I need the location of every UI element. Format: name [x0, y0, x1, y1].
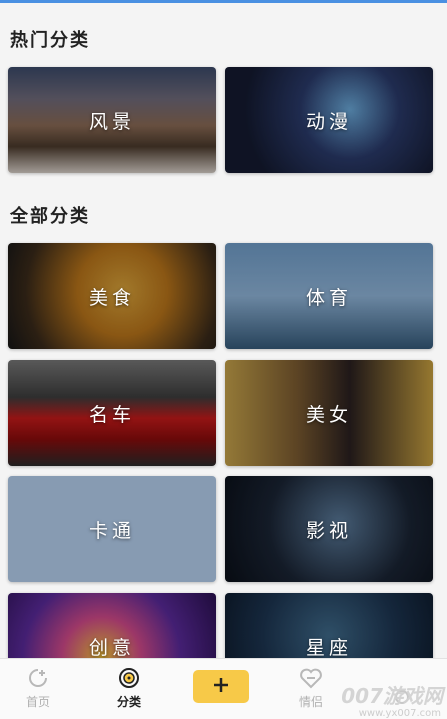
plus-icon: [212, 676, 230, 698]
tab-label: 首页: [25, 695, 50, 709]
category-tile-car[interactable]: 名车: [8, 360, 216, 466]
category-tile-film[interactable]: 影视: [225, 476, 433, 582]
tab-label: 情侣: [298, 695, 323, 709]
tab-label: 分类: [116, 695, 141, 709]
tab-couple[interactable]: 情侣: [281, 659, 341, 719]
category-label: 体育: [305, 286, 352, 309]
category-label: 卡通: [88, 519, 135, 542]
status-accent-line: [0, 0, 447, 3]
watermark-url: www.yx007.com: [358, 708, 441, 719]
category-tile-beauty[interactable]: 美女: [225, 360, 433, 466]
category-label: 影视: [305, 519, 352, 542]
category-label: 美女: [305, 403, 352, 426]
all-categories-title: 全部分类: [10, 206, 90, 227]
category-label: 动漫: [305, 110, 352, 133]
home-icon: [27, 667, 49, 689]
watermark: 007游戏网: [341, 684, 443, 708]
category-label: 美食: [88, 286, 135, 309]
hot-categories-title: 热门分类: [10, 30, 90, 51]
category-label: 风景: [88, 110, 135, 133]
heart-icon: [299, 667, 323, 689]
category-tile-food[interactable]: 美食: [8, 243, 216, 349]
category-tile-anime[interactable]: 动漫: [225, 67, 433, 173]
add-button[interactable]: [193, 670, 249, 703]
category-label: 名车: [88, 403, 135, 426]
category-tile-sports[interactable]: 体育: [225, 243, 433, 349]
category-tile-cartoon[interactable]: 卡通: [8, 476, 216, 582]
category-icon: [118, 667, 140, 689]
tab-category[interactable]: 分类: [99, 659, 159, 719]
tab-home[interactable]: 首页: [8, 659, 68, 719]
category-tile-scenery[interactable]: 风景: [8, 67, 216, 173]
bottom-tab-bar: 首页 分类 情侣 007游戏网 www.yx007.com: [0, 658, 447, 719]
